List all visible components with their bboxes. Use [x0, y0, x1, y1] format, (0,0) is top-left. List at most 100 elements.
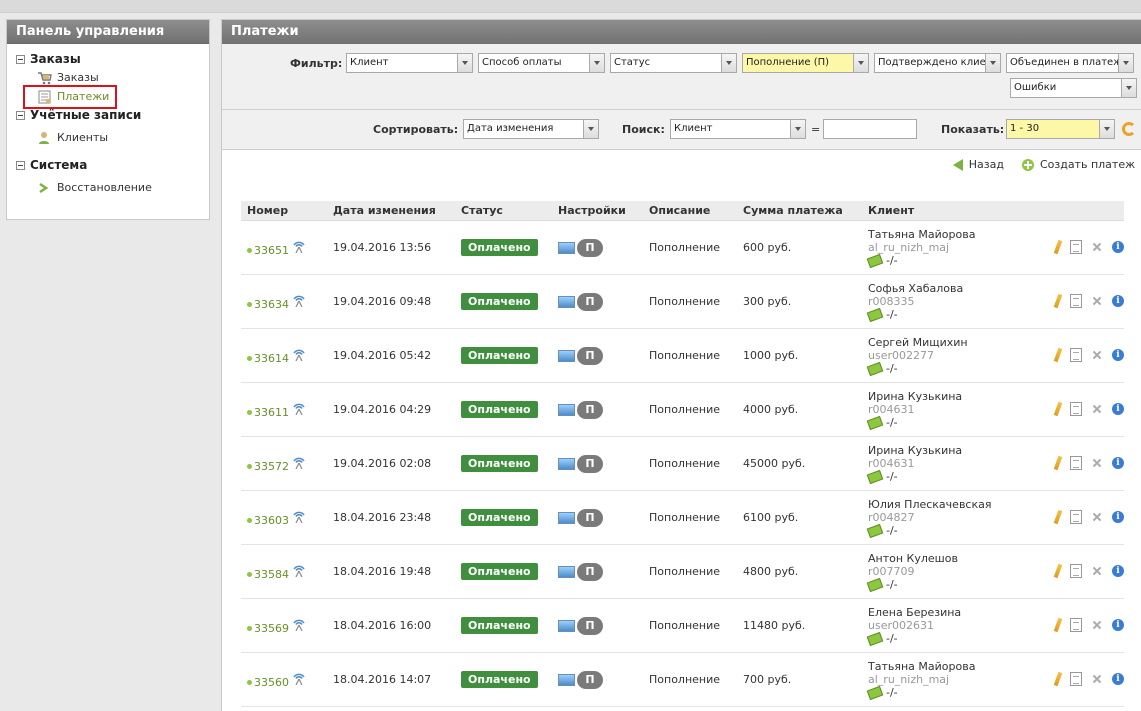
info-icon[interactable]: i	[1112, 241, 1124, 253]
payment-number[interactable]: 33584	[254, 568, 289, 581]
filter-payment-method-select[interactable]: Способ оплаты	[478, 53, 605, 73]
filter-confirmed-select[interactable]: Подтверждено клиен	[874, 53, 1001, 73]
info-icon[interactable]: i	[1112, 565, 1124, 577]
payment-number[interactable]: 33569	[254, 622, 289, 635]
pencil-icon[interactable]	[1053, 617, 1063, 633]
monitor-icon[interactable]	[558, 457, 575, 470]
document-icon[interactable]	[1070, 510, 1082, 524]
document-icon[interactable]	[1070, 456, 1082, 470]
column-header[interactable]: Сумма платежа	[737, 204, 862, 217]
info-icon[interactable]: i	[1112, 457, 1124, 469]
create-payment-button[interactable]: Создать платеж	[1021, 158, 1135, 171]
active-selection-frame[interactable]: Платежи	[23, 84, 118, 109]
pencil-icon[interactable]	[1053, 401, 1063, 417]
collapse-icon[interactable]	[16, 160, 25, 170]
client-name[interactable]: Татьяна Майорова	[868, 228, 1042, 241]
payment-number[interactable]: 33651	[254, 244, 289, 257]
collapse-icon[interactable]	[16, 54, 25, 64]
pencil-icon[interactable]	[1053, 455, 1063, 471]
search-input[interactable]	[823, 119, 917, 139]
section-accounts[interactable]: Учётные записи	[16, 106, 209, 124]
monitor-icon[interactable]	[558, 241, 575, 254]
close-icon[interactable]	[1092, 296, 1102, 306]
close-icon[interactable]	[1092, 620, 1102, 630]
client-name[interactable]: Сергей Мищихин	[868, 336, 1042, 349]
column-header[interactable]: Описание	[643, 204, 737, 217]
monitor-icon[interactable]	[558, 511, 575, 524]
sidebar-item-restore[interactable]: Восстановление	[37, 178, 209, 197]
column-header[interactable]: Клиент	[862, 204, 1042, 217]
pencil-icon[interactable]	[1053, 671, 1063, 687]
filter-status-select[interactable]: Статус	[610, 53, 737, 73]
monitor-icon[interactable]	[558, 295, 575, 308]
filter-combined-select[interactable]: Объединен в платеже	[1006, 53, 1134, 73]
info-icon[interactable]: i	[1112, 349, 1124, 361]
monitor-icon[interactable]	[558, 619, 575, 632]
info-icon[interactable]: i	[1112, 673, 1124, 685]
column-header[interactable]: Статус	[455, 204, 552, 217]
client-name[interactable]: Софья Хабалова	[868, 282, 1042, 295]
section-orders[interactable]: Заказы	[16, 50, 209, 68]
client-name[interactable]: Елена Березина	[868, 606, 1042, 619]
sidebar-item-payments[interactable]: Платежи	[23, 84, 209, 109]
client-name[interactable]: Ирина Кузькина	[868, 390, 1042, 403]
info-icon[interactable]: i	[1112, 403, 1124, 415]
payment-number[interactable]: 33634	[254, 298, 289, 311]
sort-select[interactable]: Дата изменения	[463, 119, 599, 139]
monitor-icon[interactable]	[558, 673, 575, 686]
payment-number[interactable]: 33560	[254, 676, 289, 689]
close-icon[interactable]	[1092, 566, 1102, 576]
filter-type-select[interactable]: Пополнение (П)	[742, 53, 869, 73]
info-icon[interactable]: i	[1112, 295, 1124, 307]
back-button[interactable]: Назад	[952, 158, 1004, 171]
payment-number-link[interactable]: 33634	[247, 292, 327, 312]
filter-client-select[interactable]: Клиент	[346, 53, 473, 73]
pencil-icon[interactable]	[1053, 347, 1063, 363]
payment-number-link[interactable]: 33603	[247, 508, 327, 528]
client-name[interactable]: Юлия Плескачевская	[868, 498, 1042, 511]
payment-number-link[interactable]: 33584	[247, 562, 327, 582]
info-icon[interactable]: i	[1112, 619, 1124, 631]
monitor-icon[interactable]	[558, 349, 575, 362]
info-icon[interactable]: i	[1112, 511, 1124, 523]
payment-number[interactable]: 33572	[254, 460, 289, 473]
client-name[interactable]: Антон Кулешов	[868, 552, 1042, 565]
payment-number-link[interactable]: 33569	[247, 616, 327, 636]
payment-number-link[interactable]: 33572	[247, 454, 327, 474]
client-name[interactable]: Татьяна Майорова	[868, 660, 1042, 673]
payment-number[interactable]: 33614	[254, 352, 289, 365]
column-header[interactable]: Номер	[241, 204, 327, 217]
document-icon[interactable]	[1070, 402, 1082, 416]
pencil-icon[interactable]	[1053, 563, 1063, 579]
close-icon[interactable]	[1092, 512, 1102, 522]
column-header[interactable]: Дата изменения	[327, 204, 455, 217]
close-icon[interactable]	[1092, 458, 1102, 468]
document-icon[interactable]	[1070, 240, 1082, 254]
client-name[interactable]: Ирина Кузькина	[868, 444, 1042, 457]
document-icon[interactable]	[1070, 348, 1082, 362]
payment-number-link[interactable]: 33651	[247, 238, 327, 258]
document-icon[interactable]	[1070, 294, 1082, 308]
payment-number-link[interactable]: 33560	[247, 670, 327, 690]
payment-number[interactable]: 33611	[254, 406, 289, 419]
filter-errors-select[interactable]: Ошибки	[1010, 78, 1137, 98]
sidebar-item-clients[interactable]: Клиенты	[37, 128, 209, 147]
payment-number-link[interactable]: 33611	[247, 400, 327, 420]
pencil-icon[interactable]	[1053, 239, 1063, 255]
monitor-icon[interactable]	[558, 565, 575, 578]
page-range-select[interactable]: 1 - 30	[1006, 119, 1115, 139]
document-icon[interactable]	[1070, 672, 1082, 686]
column-header[interactable]: Настройки	[552, 204, 643, 217]
payment-number[interactable]: 33603	[254, 514, 289, 527]
document-icon[interactable]	[1070, 564, 1082, 578]
monitor-icon[interactable]	[558, 403, 575, 416]
document-icon[interactable]	[1070, 618, 1082, 632]
collapse-icon[interactable]	[16, 110, 25, 120]
section-system[interactable]: Система	[16, 156, 209, 174]
refresh-icon[interactable]	[1122, 122, 1136, 136]
payment-number-link[interactable]: 33614	[247, 346, 327, 366]
close-icon[interactable]	[1092, 674, 1102, 684]
close-icon[interactable]	[1092, 350, 1102, 360]
search-field-select[interactable]: Клиент	[670, 119, 806, 139]
close-icon[interactable]	[1092, 242, 1102, 252]
